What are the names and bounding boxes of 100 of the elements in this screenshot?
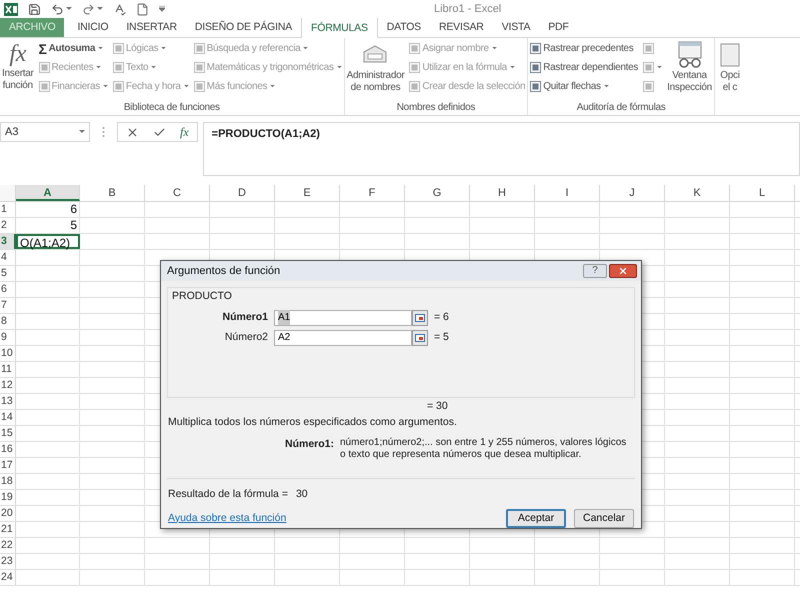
row-header[interactable]: 1 bbox=[0, 202, 16, 217]
table-cell: 6 bbox=[16, 202, 80, 217]
formula-field[interactable]: =PRODUCTO(A1;A2) bbox=[202, 122, 800, 176]
help-button[interactable]: ? bbox=[583, 264, 607, 278]
range-picker-button[interactable] bbox=[412, 330, 428, 346]
caret-icon bbox=[66, 7, 72, 11]
ribbon-button[interactable]: Rastrear precedentes bbox=[530, 40, 634, 57]
row-header[interactable]: 2 bbox=[0, 218, 16, 233]
tile-icon bbox=[112, 43, 124, 54]
spelling-icon[interactable] bbox=[113, 2, 126, 16]
cancel-icon[interactable] bbox=[126, 126, 139, 138]
tile-icon bbox=[530, 62, 542, 73]
tile-icon bbox=[643, 62, 654, 73]
caret-icon[interactable] bbox=[604, 85, 609, 88]
argument-result: = 6 bbox=[434, 310, 449, 325]
tile-icon bbox=[194, 43, 205, 54]
tile-icon bbox=[112, 62, 124, 73]
tile-icon bbox=[409, 81, 420, 92]
row-header[interactable]: 16 bbox=[0, 442, 16, 457]
row-header[interactable]: 11 bbox=[0, 362, 16, 377]
ribbon-tab[interactable]: FÓRMULAS bbox=[301, 17, 378, 38]
row-header[interactable]: 22 bbox=[0, 538, 16, 553]
column-header[interactable]: A bbox=[16, 185, 80, 201]
row-header[interactable]: 18 bbox=[0, 474, 16, 489]
row-header[interactable]: 3 bbox=[0, 234, 16, 249]
row-header[interactable]: 24 bbox=[0, 570, 16, 585]
argument-help-text: número1;número2;... son entre 1 y 255 números, valores lógicos o texto que representa números que desea multiplicar. bbox=[340, 437, 628, 462]
row-header[interactable]: 8 bbox=[0, 314, 16, 329]
row-header[interactable]: 21 bbox=[0, 522, 16, 537]
row-header[interactable]: 7 bbox=[0, 298, 16, 313]
ribbon-tab[interactable]: REVISAR bbox=[430, 17, 493, 37]
row-header[interactable]: 5 bbox=[0, 266, 16, 281]
argument-label: Número2 bbox=[224, 330, 268, 345]
ribbon-tab[interactable]: DISEÑO DE PÁGINA bbox=[186, 17, 302, 37]
undo-icon[interactable] bbox=[51, 2, 64, 16]
spreadsheet-logo-icon[interactable] bbox=[4, 2, 18, 16]
tile-icon bbox=[112, 81, 124, 92]
table-cell: 5 bbox=[16, 218, 80, 233]
row-header[interactable]: 19 bbox=[0, 490, 16, 505]
function-description: Multiplica todos los números especificados como argumentos. bbox=[168, 414, 458, 430]
ribbon-tab[interactable]: INICIO bbox=[68, 17, 118, 37]
row-header[interactable]: 15 bbox=[0, 426, 16, 441]
group-label: Nombres definidos bbox=[396, 101, 476, 115]
row-header[interactable]: 12 bbox=[0, 378, 16, 393]
ribbon-large-button[interactable]: fx Insertar función bbox=[2, 40, 34, 100]
dialog-button[interactable]: Cancelar bbox=[574, 509, 634, 528]
tile-icon bbox=[194, 62, 205, 73]
tile-icon bbox=[643, 43, 654, 54]
dialog-title: Argumentos de función bbox=[167, 264, 280, 279]
row-header[interactable]: 14 bbox=[0, 410, 16, 425]
argument-field[interactable]: A2 bbox=[274, 330, 412, 346]
enter-icon[interactable] bbox=[153, 126, 166, 138]
tile-icon bbox=[38, 81, 50, 92]
range-select-icon bbox=[415, 314, 425, 322]
ribbon-button[interactable]: Quitar flechas bbox=[530, 78, 601, 95]
ribbon-large-button[interactable]: Ventana Inspección bbox=[667, 40, 712, 100]
result-label: Resultado de la fórmula = bbox=[168, 487, 288, 502]
window-title: Libro1 - Excel bbox=[434, 2, 502, 17]
close-button[interactable] bbox=[609, 264, 637, 278]
total-result: = 30 bbox=[427, 398, 449, 414]
ribbon-large-button[interactable]: Opci el c bbox=[716, 40, 743, 115]
argument-result: = 5 bbox=[434, 330, 449, 345]
tile-icon bbox=[530, 81, 542, 92]
row-header[interactable]: 13 bbox=[0, 394, 16, 409]
row-header[interactable]: 6 bbox=[0, 282, 16, 297]
save-icon[interactable] bbox=[28, 2, 41, 16]
customize-menu-icon[interactable] bbox=[159, 6, 165, 12]
row-header[interactable]: 4 bbox=[0, 250, 16, 265]
ribbon-button[interactable]: Σ Autosuma bbox=[38, 40, 96, 57]
argument-help-label: Número1: bbox=[285, 437, 336, 452]
name-box[interactable]: A3 bbox=[0, 122, 90, 142]
ribbon-tab[interactable]: INSERTAR bbox=[117, 17, 186, 37]
ribbon-large-button[interactable]: Administrador de nombres bbox=[346, 40, 404, 100]
dialog-button[interactable]: Aceptar bbox=[506, 509, 566, 528]
row-header[interactable]: 10 bbox=[0, 346, 16, 361]
table-cell: O(A1;A2) bbox=[16, 234, 80, 249]
range-select-icon bbox=[415, 334, 425, 342]
caret-icon bbox=[97, 7, 103, 11]
redo-icon[interactable] bbox=[82, 2, 95, 16]
help-link[interactable]: Ayuda sobre esta función bbox=[168, 510, 286, 526]
ribbon-button[interactable]: Rastrear dependientes bbox=[530, 59, 638, 76]
argument-field[interactable]: A1 bbox=[274, 310, 412, 326]
ribbon-tab[interactable]: PDF bbox=[539, 17, 578, 37]
new-document-icon[interactable] bbox=[136, 2, 149, 16]
range-picker-button[interactable] bbox=[412, 310, 428, 326]
row-header[interactable]: 17 bbox=[0, 458, 16, 473]
ribbon-tab[interactable]: VISTA bbox=[492, 17, 540, 37]
result-value: 30 bbox=[296, 487, 308, 502]
insert-function-button[interactable]: fx bbox=[180, 123, 189, 141]
tile-icon bbox=[409, 43, 420, 54]
caret-icon[interactable] bbox=[98, 47, 104, 50]
ribbon-tab[interactable]: DATOS bbox=[378, 17, 430, 37]
row-header[interactable]: 23 bbox=[0, 554, 16, 569]
tile-icon bbox=[530, 43, 542, 54]
group-label: Auditoría de fórmulas bbox=[576, 101, 666, 115]
tile-icon bbox=[643, 81, 654, 92]
row-header[interactable]: 20 bbox=[0, 506, 16, 521]
tile-icon bbox=[409, 62, 420, 73]
row-header[interactable]: 9 bbox=[0, 330, 16, 345]
tile-icon bbox=[38, 62, 50, 73]
